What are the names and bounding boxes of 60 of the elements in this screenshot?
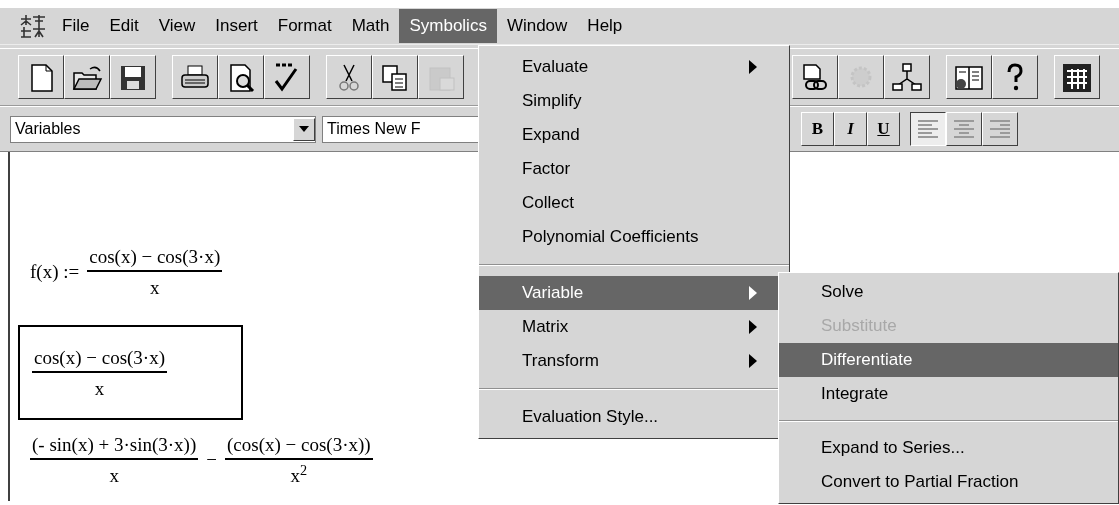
toolbar-button[interactable]	[172, 55, 218, 99]
math-numerator: cos(x) − cos(3·x)	[32, 347, 167, 373]
format-button[interactable]: U	[867, 112, 900, 146]
math-denominator: x$^{2}$	[290, 460, 308, 485]
math-denominator: x	[109, 464, 119, 485]
menu-item[interactable]: Symbolics	[399, 9, 497, 43]
toolbar-button[interactable]	[18, 55, 64, 99]
menu-item[interactable]: Factor	[479, 152, 789, 186]
menu-item[interactable]: Convert to Partial Fraction	[779, 465, 1118, 499]
menu-item[interactable]: Window	[496, 9, 578, 43]
menu-item[interactable]: Expand	[479, 118, 789, 152]
menu-item[interactable]: Evaluate	[479, 50, 789, 84]
app-logo-icon	[18, 13, 48, 39]
menu-item[interactable]: Collect	[479, 186, 789, 220]
math-denominator: x	[150, 276, 160, 297]
toolbar-button[interactable]	[218, 55, 264, 99]
toolbar-button[interactable]	[792, 55, 838, 99]
math-operator: −	[206, 447, 217, 472]
toolbar-button[interactable]	[992, 55, 1038, 99]
align-center-icon	[954, 120, 974, 138]
dropdown-arrow-icon[interactable]	[299, 126, 309, 132]
toolbar-button[interactable]	[264, 55, 310, 99]
style-dropdown-value: Variables	[15, 119, 82, 139]
menu-item[interactable]: Edit	[99, 9, 149, 43]
submenu-arrow-icon	[749, 320, 757, 334]
toolbar-button[interactable]	[372, 55, 418, 99]
math-numerator: (- sin(x) + 3·sin(3·x))	[30, 435, 199, 460]
align-right-icon	[990, 120, 1010, 138]
math-numerator: (cos(x) − cos(3·x))	[225, 435, 373, 460]
align-left-icon	[918, 120, 938, 138]
align-button[interactable]	[910, 112, 946, 146]
toolbar-button[interactable]	[326, 55, 372, 99]
menu-item[interactable]: Insert	[205, 9, 268, 43]
toolbar-button[interactable]	[946, 55, 992, 99]
format-button[interactable]: I	[834, 112, 867, 146]
menu-item[interactable]: Expand to Series...	[779, 431, 1118, 465]
menu-item[interactable]: Integrate	[779, 377, 1118, 411]
toolbar-button[interactable]	[1054, 55, 1100, 99]
tree-diagram-icon	[890, 61, 924, 93]
menu-item[interactable]: Polynomial Coefficients	[479, 220, 789, 254]
calculator-icon	[1060, 61, 1094, 93]
toolbar-button[interactable]	[884, 55, 930, 99]
format-button[interactable]: B	[801, 112, 834, 146]
toolbar-button[interactable]	[110, 55, 156, 99]
submenu-arrow-icon	[749, 286, 757, 300]
menu-item[interactable]: Simplify	[479, 84, 789, 118]
menu-item[interactable]: Help	[577, 9, 633, 43]
menu-item[interactable]: File	[52, 9, 100, 43]
math-denominator: x	[94, 376, 105, 398]
menu-item[interactable]: Differentiate	[779, 343, 1118, 377]
math-text: f(x) :=	[30, 259, 80, 284]
menu-item[interactable]: View	[148, 9, 206, 43]
style-dropdown[interactable]: Variables	[10, 115, 316, 143]
math-numerator: cos(x) − cos(3·x)	[87, 247, 223, 272]
menu-item[interactable]: Format	[267, 9, 342, 43]
menu-item[interactable]: Matrix	[479, 310, 789, 344]
menu-item[interactable]: Math	[341, 9, 400, 43]
submenu-arrow-icon	[749, 354, 757, 368]
toolbar-button[interactable]	[64, 55, 110, 99]
submenu-arrow-icon	[749, 60, 757, 74]
